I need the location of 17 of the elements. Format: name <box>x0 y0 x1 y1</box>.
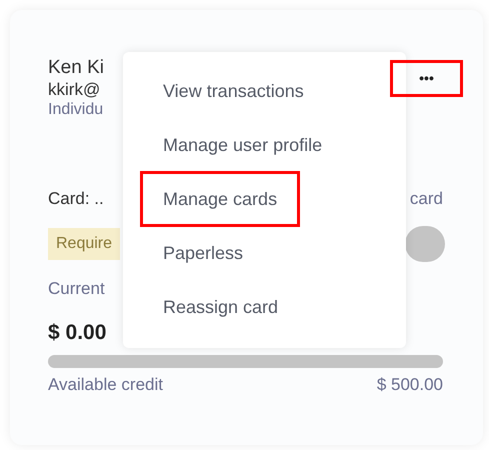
available-amount: $ 500.00 <box>376 374 443 396</box>
menu-item[interactable]: Reassign card <box>140 279 302 335</box>
status-badge: Require <box>48 228 120 260</box>
menu-item[interactable]: Manage cards <box>140 171 300 227</box>
toggle-switch[interactable] <box>405 226 445 262</box>
available-label: Available credit <box>48 374 163 396</box>
account-name: Ken Ki <box>48 56 104 80</box>
menu-item[interactable]: View transactions <box>140 63 327 119</box>
account-type: Individu <box>48 100 104 120</box>
account-email: kkirk@ <box>48 80 102 100</box>
card-number: Card: .. <box>48 188 104 210</box>
more-button[interactable]: ••• <box>390 60 463 97</box>
balance-amount: $ 0.00 <box>48 320 108 346</box>
menu-item[interactable]: Manage user profile <box>140 117 346 173</box>
current-label: Current <box>48 278 106 300</box>
card-link[interactable]: card <box>410 186 443 212</box>
menu-item[interactable]: Paperless <box>140 225 266 281</box>
